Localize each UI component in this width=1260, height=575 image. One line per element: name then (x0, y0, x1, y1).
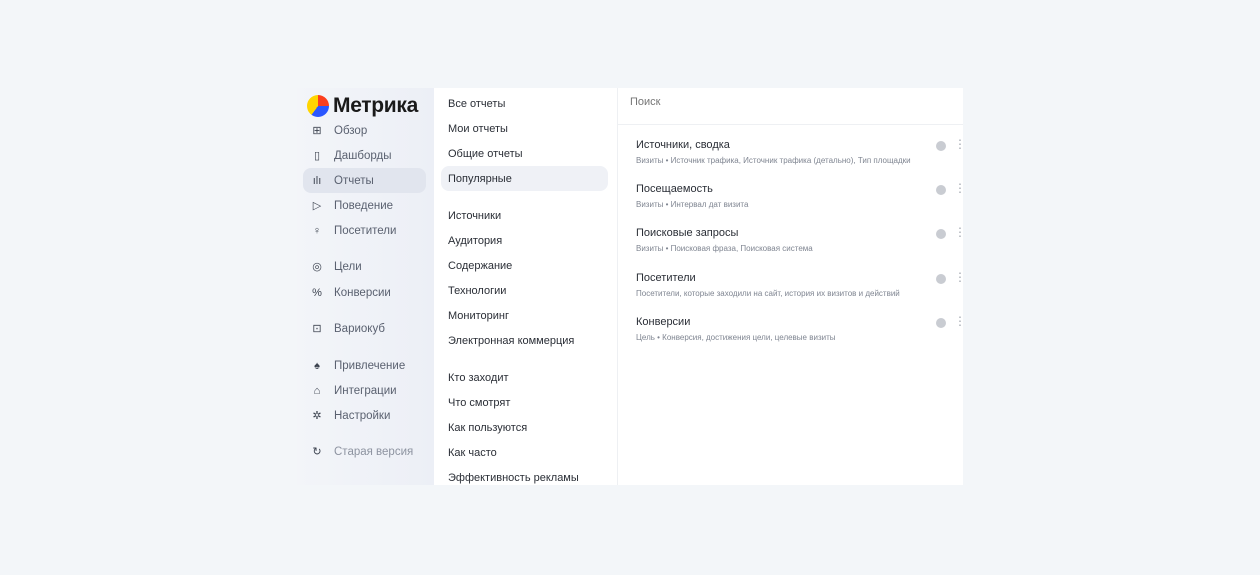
report-subtitle: Визиты • Интервал дат визита (636, 200, 749, 209)
report-item[interactable]: Посетители Посетители, которые заходили н… (636, 271, 963, 298)
category-item[interactable]: Популярные (441, 166, 608, 191)
more-vertical-icon[interactable]: ⋮ (954, 138, 963, 150)
sidebar-item-flame[interactable]: ♠ Привлечение (303, 353, 426, 378)
report-item[interactable]: Посещаемость Визиты • Интервал дат визита… (636, 182, 963, 209)
sidebar-item-target[interactable]: ◎ Цели (303, 254, 426, 279)
sidebar-item-label: Вариокуб (334, 322, 385, 335)
app-window: Метрика ⊞ Обзор ▯ Дашборды ılı Отчеты ▷ Поведен… (297, 88, 963, 485)
logo[interactable]: Метрика (307, 94, 418, 118)
category-item[interactable]: Как часто (441, 440, 608, 465)
category-item[interactable]: Как пользуются (441, 415, 608, 440)
report-title[interactable]: Посещаемость (636, 183, 956, 195)
reports-panel: Источники, сводка Визиты • Источник трафи… (617, 88, 963, 485)
pie-chart-icon[interactable] (936, 185, 946, 195)
dashboards-icon: ▯ (313, 150, 321, 162)
sidebar-item-label: Посетители (334, 224, 397, 237)
sidebar-item-label: Интеграции (334, 384, 397, 397)
sidebar-item-label: Дашборды (334, 149, 392, 162)
report-title[interactable]: Конверсии (636, 316, 956, 328)
sidebar-item-variocube[interactable]: ⊡ Вариокуб (303, 316, 426, 341)
more-vertical-icon[interactable]: ⋮ (954, 271, 963, 283)
report-subtitle: Цель • Конверсия, достижения цели, целев… (636, 333, 836, 342)
sidebar-item-label: Привлечение (334, 359, 406, 372)
category-item[interactable]: Содержание (441, 253, 608, 278)
variocube-icon: ⊡ (312, 323, 322, 335)
more-vertical-icon[interactable]: ⋮ (954, 182, 963, 194)
category-item[interactable]: Что смотрят (441, 390, 608, 415)
sidebar-item-grid[interactable]: ⊞ Обзор (303, 118, 426, 143)
pie-chart-icon[interactable] (936, 141, 946, 151)
report-subtitle: Посетители, которые заходили на сайт, ис… (636, 289, 900, 298)
report-subtitle: Визиты • Поисковая фраза, Поисковая сист… (636, 244, 813, 253)
percent-icon: % (312, 286, 322, 299)
report-item[interactable]: Конверсии Цель • Конверсия, достижения це… (636, 315, 963, 342)
sidebar-item-label: Обзор (334, 124, 368, 137)
sidebar-item-label: Старая версия (334, 445, 414, 458)
sidebar-item-puzzle[interactable]: ⌂ Интеграции (303, 378, 426, 403)
divider (618, 124, 963, 125)
sidebar-item-undo[interactable]: ↻ Старая версия (303, 439, 426, 464)
category-item[interactable]: Общие отчеты (441, 141, 608, 166)
report-title[interactable]: Посетители (636, 272, 956, 284)
report-subtitle: Визиты • Источник трафика, Источник траф… (636, 156, 911, 165)
report-categories: Все отчеты Мои отчеты Общие отчеты Популярн… (434, 88, 617, 485)
pie-chart-icon[interactable] (936, 229, 946, 239)
sidebar-item-label: Настройки (334, 409, 391, 422)
grid-icon: ⊞ (312, 125, 322, 137)
undo-icon: ↻ (312, 446, 322, 458)
logo-text: Метрика (333, 94, 419, 117)
category-item[interactable]: Технологии (441, 278, 608, 303)
sidebar-item-play[interactable]: ▷ Поведение (303, 193, 426, 218)
category-item[interactable]: Мои отчеты (441, 116, 608, 141)
flame-icon: ♠ (314, 359, 320, 372)
sidebar-item-label: Цели (334, 260, 362, 273)
sidebar-item-bar-chart[interactable]: ılı Отчеты (303, 168, 426, 193)
report-title[interactable]: Источники, сводка (636, 139, 956, 151)
bar-chart-icon: ılı (312, 174, 322, 187)
sidebar-item-percent[interactable]: % Конверсии (303, 280, 426, 305)
sidebar-item-label: Отчеты (334, 174, 374, 187)
gear-icon: ✲ (312, 410, 322, 422)
sidebar-item-gear[interactable]: ✲ Настройки (303, 403, 426, 428)
more-vertical-icon[interactable]: ⋮ (954, 226, 963, 238)
play-icon: ▷ (312, 200, 322, 212)
category-item[interactable]: Все отчеты (441, 91, 608, 116)
pie-chart-icon[interactable] (936, 318, 946, 328)
pie-chart-icon[interactable] (936, 274, 946, 284)
category-item[interactable]: Аудитория (441, 228, 608, 253)
more-vertical-icon[interactable]: ⋮ (954, 315, 963, 327)
report-item[interactable]: Источники, сводка Визиты • Источник трафи… (636, 138, 963, 165)
category-item[interactable]: Электронная коммерция (441, 328, 608, 353)
category-item[interactable]: Кто заходит (441, 365, 608, 390)
metrika-logo-icon (307, 95, 329, 117)
user-icon: ♀ (312, 224, 322, 237)
category-item[interactable]: Источники (441, 203, 608, 228)
sidebar-item-label: Поведение (334, 199, 394, 212)
category-item[interactable]: Эффективность рекламы (441, 465, 608, 485)
sidebar-item-user[interactable]: ♀ Посетители (303, 218, 426, 243)
category-item[interactable]: Мониторинг (441, 303, 608, 328)
puzzle-icon: ⌂ (313, 384, 321, 397)
sidebar-item-label: Конверсии (334, 286, 391, 299)
search-input[interactable] (630, 96, 950, 108)
report-title[interactable]: Поисковые запросы (636, 227, 956, 239)
sidebar: Метрика ⊞ Обзор ▯ Дашборды ılı Отчеты ▷ Поведен… (297, 88, 434, 485)
report-item[interactable]: Поисковые запросы Визиты • Поисковая фраз… (636, 226, 963, 253)
target-icon: ◎ (312, 261, 322, 273)
sidebar-item-dashboards[interactable]: ▯ Дашборды (303, 143, 426, 168)
